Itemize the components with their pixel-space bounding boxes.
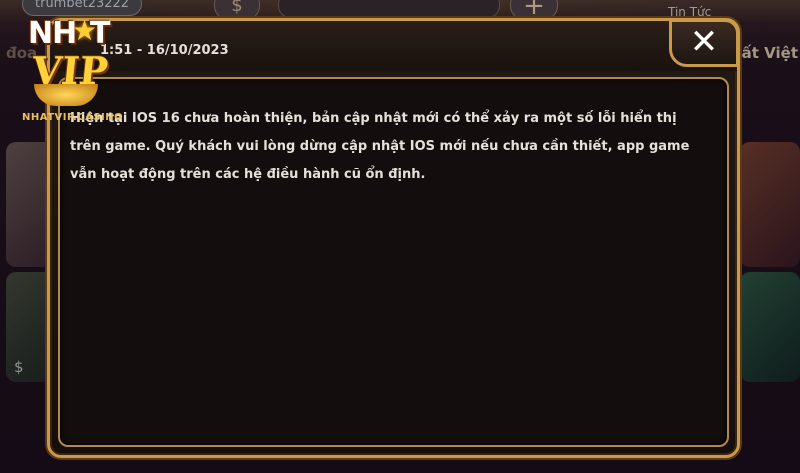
- close-button[interactable]: ✕: [669, 19, 739, 67]
- logo-title: NH: [28, 16, 77, 51]
- message-panel: Hiện tại IOS 16 chưa hoàn thiện, bản cập…: [58, 77, 729, 447]
- message-text: Hiện tại IOS 16 chưa hoàn thiện, bản cập…: [70, 111, 690, 182]
- dollar-icon: $: [14, 358, 24, 376]
- notification-modal: ✕ 1:51 - 16/10/2023 Hiện tại IOS 16 chưa…: [47, 18, 740, 458]
- news-tab[interactable]: Tin Tức: [668, 5, 711, 19]
- balance-bar: [278, 0, 500, 18]
- logo-title-end: T: [90, 16, 110, 51]
- logo-caption: NHATVIP.CASINO: [22, 112, 124, 123]
- nhatvip-logo: NH ★ T VIP NHATVIP.CASINO: [4, 10, 124, 123]
- game-tile[interactable]: [740, 142, 800, 267]
- currency-button[interactable]: $: [214, 0, 260, 20]
- deposit-plus-button[interactable]: +: [510, 0, 558, 21]
- side-label-right: hất Việt: [730, 44, 798, 62]
- game-tile[interactable]: [740, 272, 800, 382]
- trophy-icon: [34, 84, 98, 106]
